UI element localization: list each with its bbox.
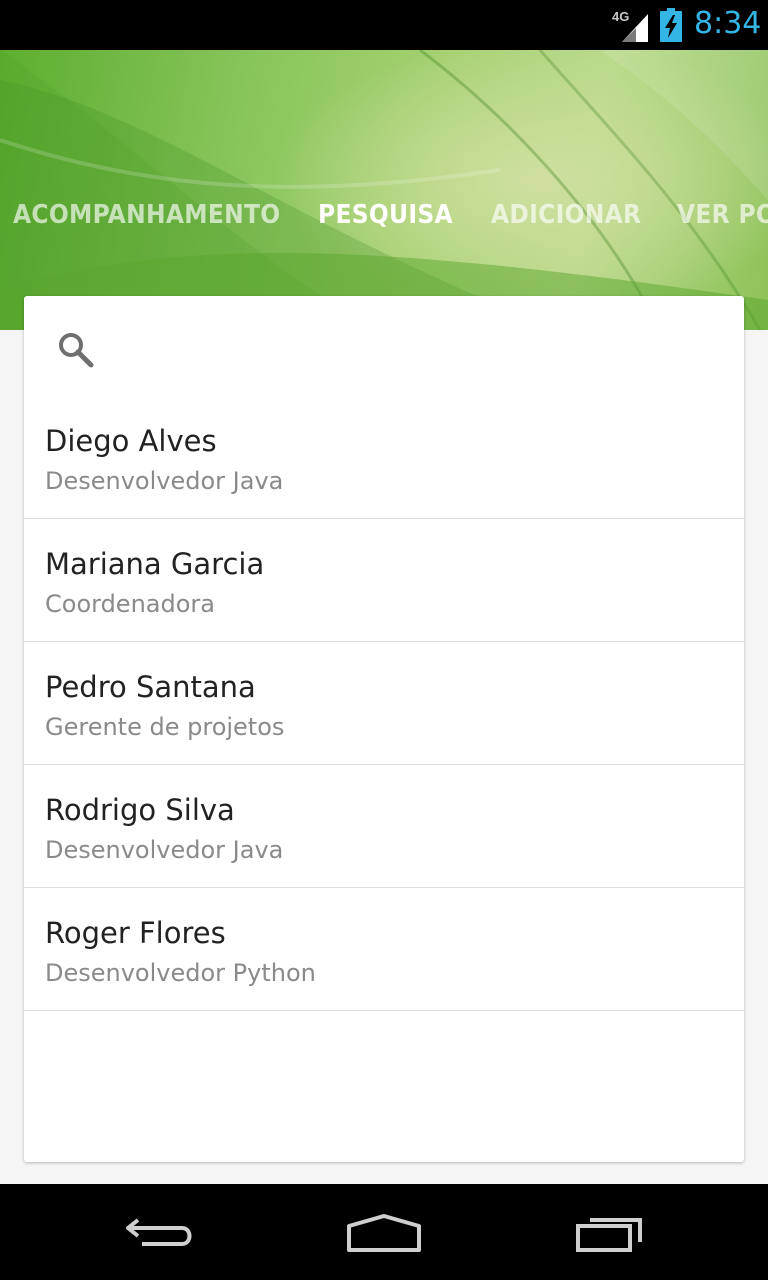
person-name: Pedro Santana [45,670,256,704]
recent-apps-icon[interactable] [566,1204,656,1260]
navigation-bar [0,1184,768,1280]
status-bar: 4G 8:34 [0,0,768,50]
person-name: Diego Alves [45,424,217,458]
list-item[interactable]: Pedro Santana Gerente de projetos [24,642,744,765]
person-role: Coordenadora [45,590,215,618]
person-role: Desenvolvedor Java [45,467,284,495]
header-background-art [0,50,768,330]
list-item[interactable]: Rodrigo Silva Desenvolvedor Java [24,765,744,888]
person-name: Mariana Garcia [45,547,265,581]
list-item[interactable]: Roger Flores Desenvolvedor Python [24,888,744,1011]
person-role: Desenvolvedor Java [45,836,284,864]
person-role: Gerente de projetos [45,713,285,741]
person-role: Desenvolvedor Python [45,959,316,987]
tab-adicionar[interactable]: ADICIONAR [491,200,641,230]
search-card: Diego Alves Desenvolvedor Java Mariana G… [24,296,744,1162]
people-list: Diego Alves Desenvolvedor Java Mariana G… [24,396,744,1011]
clock: 8:34 [694,6,762,41]
tab-acompanhamento[interactable]: ACOMPANHAMENTO [13,200,280,230]
battery-charging-icon [660,8,682,42]
search-row [24,296,744,396]
header-banner: ACOMPANHAMENTO PESQUISA ADICIONAR VER PO [0,50,768,330]
back-icon[interactable] [116,1204,206,1260]
search-icon[interactable] [56,330,94,368]
tab-ver-po[interactable]: VER PO [677,200,768,230]
home-icon[interactable] [339,1204,429,1260]
signal-icon [622,14,648,42]
list-item[interactable]: Diego Alves Desenvolvedor Java [24,396,744,519]
search-input[interactable] [114,326,718,372]
list-item[interactable]: Mariana Garcia Coordenadora [24,519,744,642]
tab-pesquisa[interactable]: PESQUISA [318,200,453,230]
person-name: Rodrigo Silva [45,793,235,827]
person-name: Roger Flores [45,916,226,950]
tab-strip: ACOMPANHAMENTO PESQUISA ADICIONAR VER PO [0,200,768,240]
